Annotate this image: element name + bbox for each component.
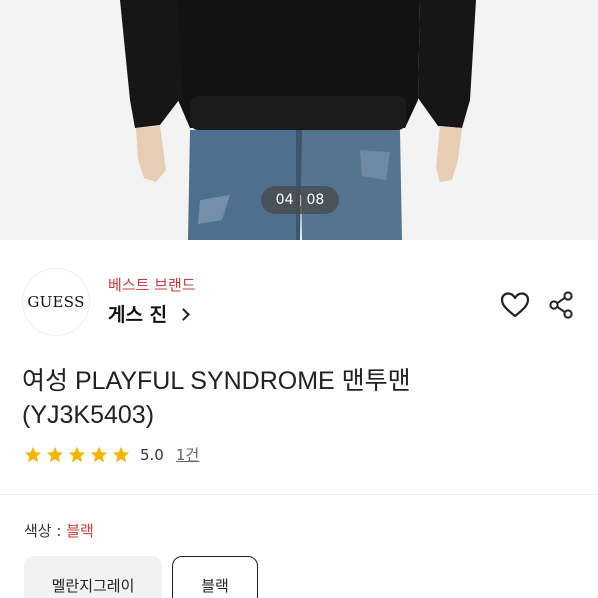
rating-stars xyxy=(24,446,130,464)
color-selected-value: 블랙 xyxy=(66,522,94,540)
color-option-melange-grey[interactable]: 멜란지그레이 xyxy=(24,556,162,598)
product-image[interactable]: 04 08 xyxy=(0,0,598,240)
review-count-link[interactable]: 1건 xyxy=(176,444,199,465)
rating-summary: 5.0 1건 xyxy=(24,444,199,465)
brand-tag: 베스트 브랜드 xyxy=(108,276,196,294)
rating-score: 5.0 xyxy=(140,445,164,464)
chevron-right-icon xyxy=(177,308,190,321)
share-button[interactable] xyxy=(546,290,576,320)
image-counter-total: 08 xyxy=(306,192,325,208)
image-counter: 04 08 xyxy=(261,186,339,214)
color-option-black[interactable]: 블랙 xyxy=(172,556,258,598)
color-label: 색상 : 블랙 xyxy=(24,520,94,541)
star-icon xyxy=(24,446,42,462)
brand-link[interactable]: 게스 진 xyxy=(108,300,190,327)
star-icon xyxy=(112,446,130,462)
heart-icon xyxy=(500,292,530,318)
share-icon xyxy=(549,291,573,319)
star-icon xyxy=(46,446,64,462)
brand-logo[interactable]: GUESS xyxy=(22,268,90,336)
brand-logo-text: GUESS xyxy=(27,293,85,311)
image-counter-current: 04 xyxy=(275,192,294,208)
brand-name: 게스 진 xyxy=(108,304,168,326)
star-icon xyxy=(68,446,86,462)
counter-divider xyxy=(299,194,301,206)
star-icon xyxy=(90,446,108,462)
section-divider xyxy=(0,494,598,495)
product-title: 여성 PLAYFUL SYNDROME 맨투맨(YJ3K5403) xyxy=(22,367,411,429)
color-label-text: 색상 : xyxy=(24,522,67,540)
wishlist-button[interactable] xyxy=(500,290,530,320)
